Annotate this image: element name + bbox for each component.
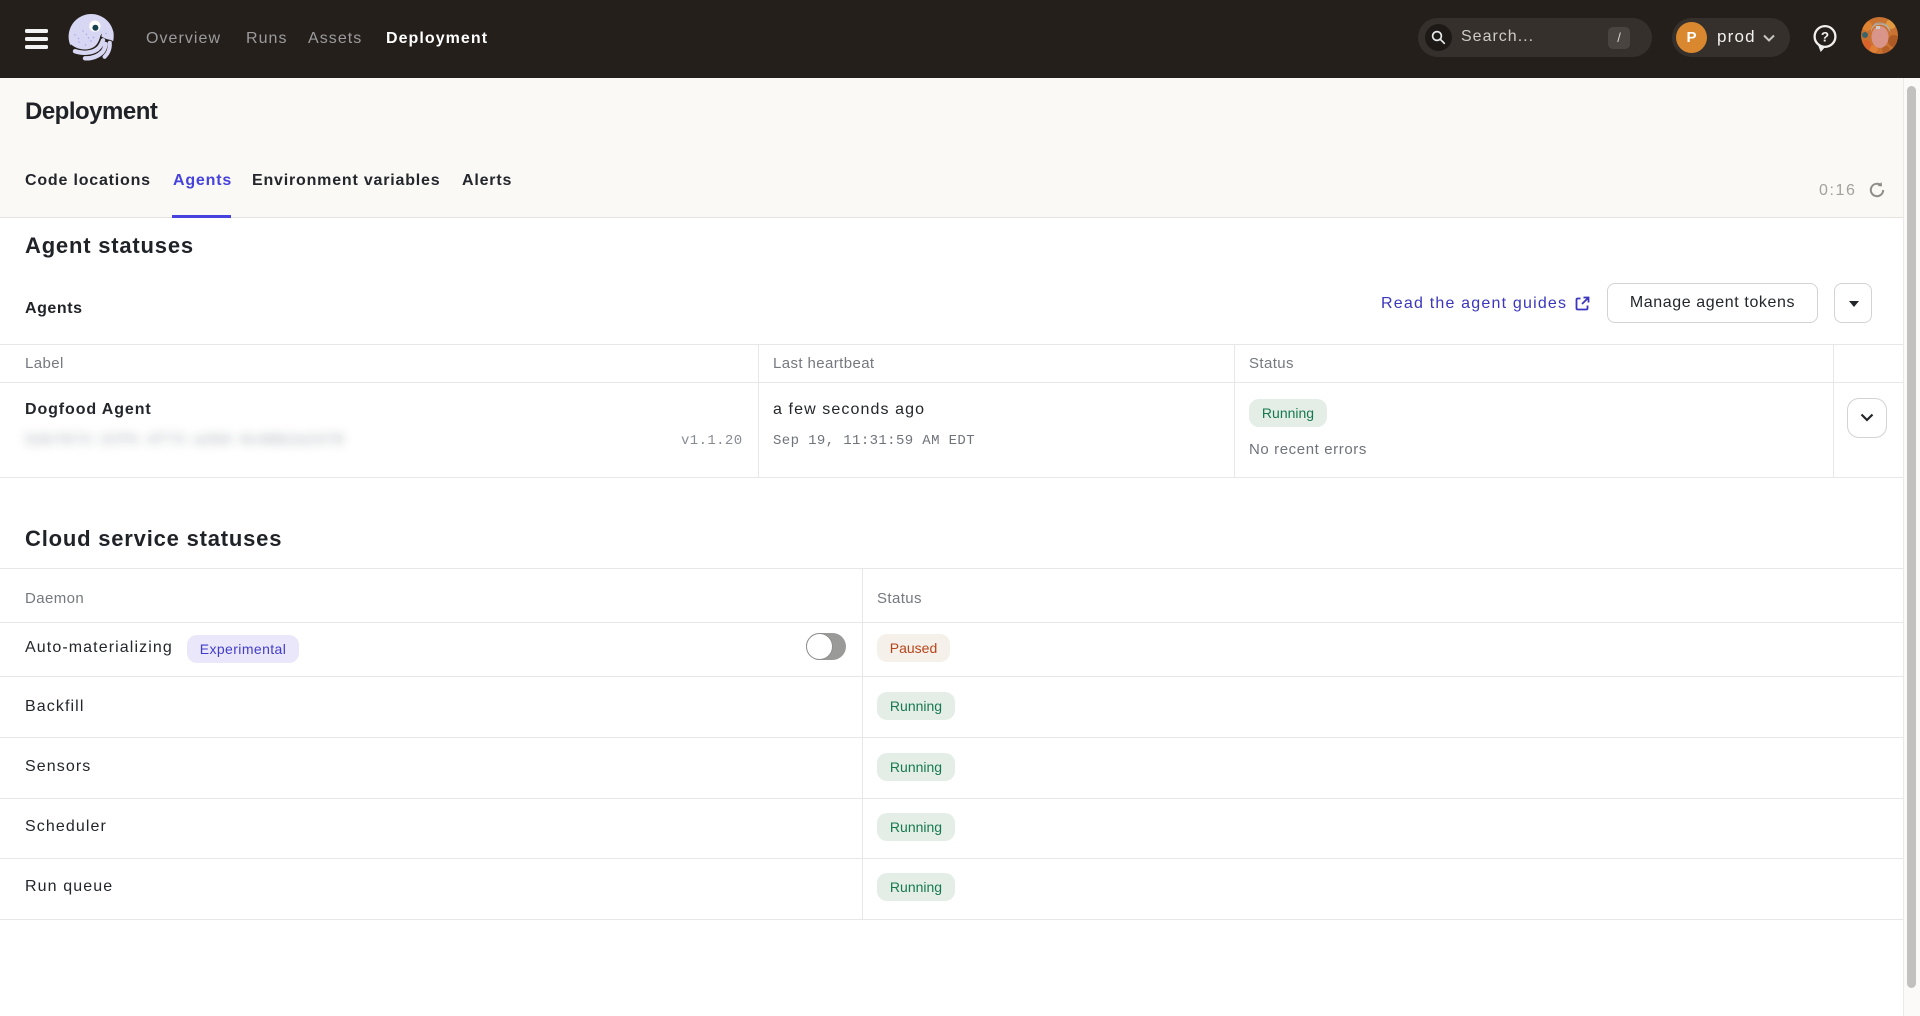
svg-text:?: ? xyxy=(1821,29,1829,44)
